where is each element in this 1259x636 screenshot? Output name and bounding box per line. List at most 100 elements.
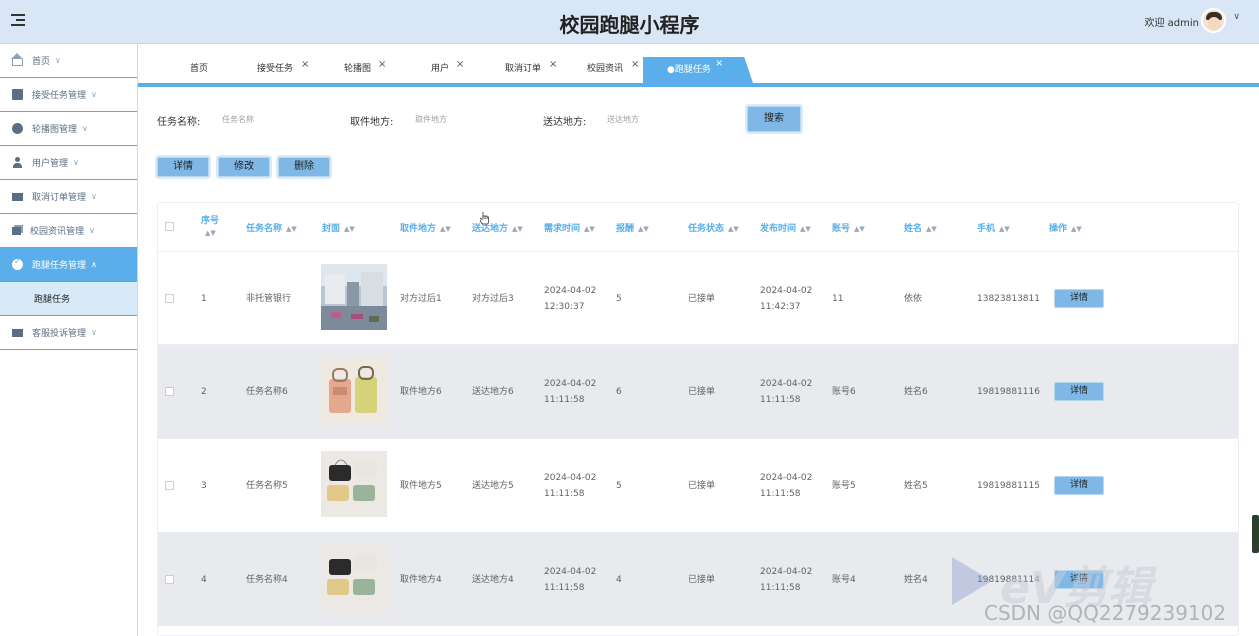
check-circle-icon	[12, 257, 23, 270]
sidebar-item-campus-news[interactable]: 校园资讯管理 ∨	[0, 214, 137, 248]
sidebar-item-carousel[interactable]: 轮播图管理 ∨	[0, 112, 137, 146]
tab-carousel[interactable]: 轮播图 ×	[344, 59, 386, 84]
column-header[interactable]: 任务名称 ▲▼	[246, 221, 297, 234]
close-icon[interactable]: ×	[631, 58, 639, 72]
row-checkbox[interactable]	[165, 575, 174, 584]
cover-image-graphic	[321, 451, 387, 517]
sort-icon[interactable]: ▲▼	[286, 225, 297, 233]
top-header: 校园跑腿小程序 欢迎 admin ∨	[0, 0, 1259, 44]
cell-need-time: 2024-04-02 11:11:58	[544, 379, 597, 405]
cover-image[interactable]	[321, 264, 387, 330]
sort-icon[interactable]: ▲▼	[854, 225, 865, 233]
cell-publish-time: 2024-04-02 11:11:58	[760, 473, 813, 499]
sort-icon[interactable]: ▲▼	[800, 225, 811, 233]
tab-users[interactable]: 用户 ×	[431, 59, 464, 84]
column-header[interactable]: 任务状态 ▲▼	[688, 221, 739, 234]
row-checkbox[interactable]	[165, 387, 174, 396]
delete-button[interactable]: 删除	[278, 157, 330, 177]
column-header-label: 手机	[977, 224, 996, 234]
avatar[interactable]	[1201, 8, 1226, 33]
cell-pickup: 取件地方4	[400, 575, 442, 585]
cell-index: 3	[201, 481, 207, 491]
sort-icon[interactable]: ▲▼	[512, 225, 523, 233]
sidebar-item-accept-task[interactable]: 接受任务管理 ∨	[0, 78, 137, 112]
column-header[interactable]: 取件地方 ▲▼	[400, 221, 451, 234]
sort-icon[interactable]: ▲▼	[999, 225, 1010, 233]
sort-icon[interactable]: ▲▼	[1071, 225, 1082, 233]
column-header[interactable]: 手机 ▲▼	[977, 221, 1010, 234]
tab-errand-task[interactable]: ●跑腿任务 ×	[643, 57, 753, 83]
column-header[interactable]: 报酬 ▲▼	[616, 221, 649, 234]
select-all-checkbox[interactable]	[165, 222, 174, 231]
cell-status: 已接单	[688, 575, 716, 585]
column-header[interactable]: 需求时间 ▲▼	[544, 221, 595, 234]
cell-account: 账号6	[832, 387, 856, 397]
search-button[interactable]: 搜索	[747, 106, 801, 132]
close-icon[interactable]: ×	[549, 58, 557, 72]
chevron-down-icon: ∨	[55, 56, 61, 65]
tab-cancel-order[interactable]: 取消订单 ×	[505, 59, 557, 84]
table-row[interactable]: 1 非托管银行 对方过后1 对方过后3 2024-04-02 12:30:37	[158, 251, 1238, 345]
cover-image[interactable]	[321, 545, 387, 611]
chevron-down-icon[interactable]: ∨	[1233, 12, 1240, 22]
row-checkbox[interactable]	[165, 294, 174, 303]
deliver-input[interactable]	[607, 107, 717, 131]
row-checkbox[interactable]	[165, 481, 174, 490]
close-icon[interactable]: ×	[301, 58, 309, 72]
row-detail-button[interactable]: 详情	[1054, 382, 1104, 401]
column-header[interactable]: 序号 ▲▼	[201, 213, 219, 237]
sidebar-item-home[interactable]: 首页 ∨	[0, 44, 137, 78]
cell-phone: 19819881116	[977, 387, 1040, 397]
pickup-input[interactable]	[415, 107, 525, 131]
tab-campus-news[interactable]: 校园资讯 ×	[587, 59, 639, 84]
cell-publish-time: 2024-04-02 11:11:58	[760, 567, 813, 593]
close-icon[interactable]: ×	[456, 58, 464, 72]
column-header[interactable]: 封面 ▲▼	[322, 221, 355, 234]
detail-button[interactable]: 详情	[157, 157, 209, 177]
edit-button[interactable]: 修改	[218, 157, 270, 177]
row-detail-button[interactable]: 详情	[1054, 476, 1104, 495]
sidebar-item-label: 接受任务管理	[32, 91, 87, 101]
table-row[interactable]: 3 任务名称5 取件地方5 送达地方5 2024-04-02 11:11:58 …	[158, 438, 1238, 532]
sidebar-item-label: 校园资讯管理	[30, 227, 85, 237]
tab-label: 轮播图	[344, 64, 372, 74]
column-header[interactable]: 发布时间 ▲▼	[760, 221, 811, 234]
files-icon	[12, 226, 21, 235]
task-name-input[interactable]	[222, 107, 332, 131]
sidebar-item-errand-task[interactable]: 跑腿任务管理 ∧	[0, 248, 137, 282]
cell-status: 已接单	[688, 481, 716, 491]
close-icon[interactable]: ×	[715, 57, 723, 77]
close-icon[interactable]: ×	[378, 58, 386, 72]
sidebar-item-label: 取消订单管理	[32, 193, 87, 203]
column-header[interactable]: 账号 ▲▼	[832, 221, 865, 234]
table-row[interactable]: 2 任务名称6 取件地方6 送达地方6 2024-04-02 11:11:58 …	[158, 344, 1238, 438]
sort-icon[interactable]: ▲▼	[728, 225, 739, 233]
row-detail-button[interactable]: 详情	[1054, 289, 1104, 308]
sidebar-subitem-errand-task[interactable]: 跑腿任务	[0, 282, 137, 316]
sort-icon[interactable]: ▲▼	[205, 229, 219, 237]
cover-image[interactable]	[321, 451, 387, 517]
cover-image[interactable]	[321, 357, 387, 423]
sort-icon[interactable]: ▲▼	[440, 225, 451, 233]
cell-index: 4	[201, 575, 207, 585]
sort-icon[interactable]: ▲▼	[638, 225, 649, 233]
sidebar-item-complaints[interactable]: 客服投诉管理 ∨	[0, 316, 137, 350]
sidebar-item-users[interactable]: 用户管理 ∨	[0, 146, 137, 180]
column-header[interactable]: 操作 ▲▼	[1049, 221, 1082, 234]
tab-label: 取消订单	[505, 64, 542, 74]
tab-home[interactable]: 首页	[190, 62, 208, 84]
cell-person-name: 依依	[904, 294, 923, 304]
sidebar-item-cancel-order[interactable]: 取消订单管理 ∨	[0, 180, 137, 214]
tab-label: ●跑腿任务	[667, 65, 711, 75]
sort-icon[interactable]: ▲▼	[584, 225, 595, 233]
sort-icon[interactable]: ▲▼	[926, 225, 937, 233]
tab-accept-task[interactable]: 接受任务 ×	[257, 59, 309, 84]
column-header[interactable]: 姓名 ▲▼	[904, 221, 937, 234]
sort-icon[interactable]: ▲▼	[344, 225, 355, 233]
side-handle[interactable]	[1252, 515, 1259, 553]
sidebar-item-label: 跑腿任务管理	[32, 261, 87, 271]
cell-pickup: 取件地方5	[400, 481, 442, 491]
column-header-label: 账号	[832, 224, 851, 234]
tab-label: 校园资讯	[587, 64, 624, 74]
cell-pickup: 取件地方6	[400, 387, 442, 397]
